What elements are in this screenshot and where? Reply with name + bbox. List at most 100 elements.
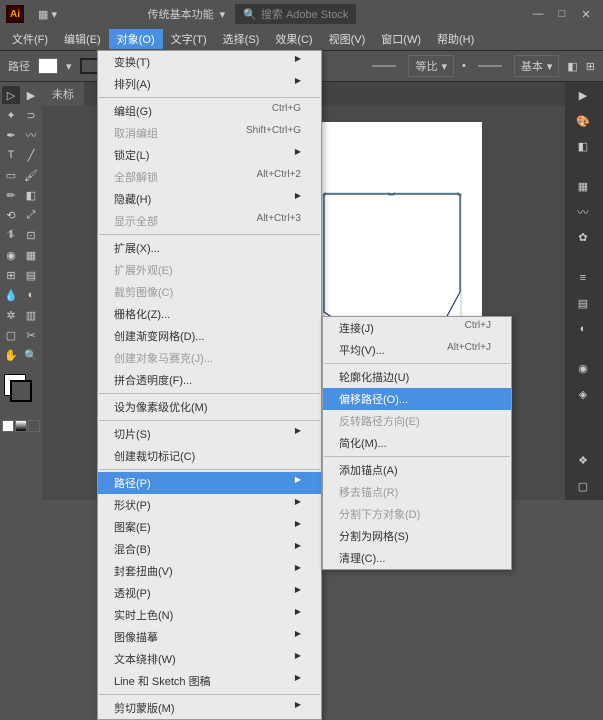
color-swatches[interactable]	[2, 372, 40, 408]
menu-envelope[interactable]: 封套扭曲(V)	[98, 560, 321, 582]
menu-gradient-mesh[interactable]: 创建渐变网格(D)...	[98, 325, 321, 347]
adobe-stock-search[interactable]: 🔍 搜索 Adobe Stock	[235, 4, 356, 24]
width-tool[interactable]: ⥮	[2, 226, 20, 244]
menu-help[interactable]: 帮助(H)	[429, 29, 482, 49]
menu-flatten[interactable]: 拼合透明度(F)...	[98, 369, 321, 391]
menu-text-wrap[interactable]: 文本绕排(W)	[98, 648, 321, 670]
color-panel-icon[interactable]: 🎨	[569, 111, 597, 130]
maximize-button[interactable]: □	[551, 6, 573, 22]
color-mode-buttons[interactable]	[2, 420, 40, 432]
artboard-tool[interactable]: ▢	[2, 326, 20, 344]
perspective-grid-tool[interactable]: ▦	[22, 246, 40, 264]
menu-perspective[interactable]: 透视(P)	[98, 582, 321, 604]
document-tab[interactable]: 未标	[42, 82, 84, 106]
color-guide-panel-icon[interactable]: ◧	[569, 137, 597, 156]
menu-clipping-mask[interactable]: 剪切蒙版(M)	[98, 697, 321, 719]
graphic-styles-panel-icon[interactable]: ◈	[569, 385, 597, 404]
eyedropper-tool[interactable]: 💧	[2, 286, 20, 304]
submenu-average[interactable]: 平均(V)...Alt+Ctrl+J	[323, 339, 511, 361]
menu-shape[interactable]: 形状(P)	[98, 494, 321, 516]
gradient-tool[interactable]: ▤	[22, 266, 40, 284]
submenu-divide-below[interactable]: 分割下方对象(D)	[323, 503, 511, 525]
zoom-tool[interactable]: 🔍	[22, 346, 40, 364]
transparency-panel-icon[interactable]: ◐	[569, 319, 597, 338]
paintbrush-tool[interactable]: 🖌	[22, 166, 40, 184]
scale-tool[interactable]: ⤢	[22, 206, 40, 224]
menu-live-paint[interactable]: 实时上色(N)	[98, 604, 321, 626]
menu-group[interactable]: 编组(G)Ctrl+G	[98, 100, 321, 122]
menu-path[interactable]: 路径(P)	[98, 472, 321, 494]
appearance-panel-icon[interactable]: ◉	[569, 359, 597, 378]
submenu-cleanup[interactable]: 清理(C)...	[323, 547, 511, 569]
curvature-tool[interactable]: 〰	[22, 126, 40, 144]
direct-selection-tool[interactable]: ▶	[22, 86, 40, 104]
magic-wand-tool[interactable]: ✦	[2, 106, 20, 124]
pen-tool[interactable]: ✒	[2, 126, 20, 144]
lasso-tool[interactable]: ⊃	[22, 106, 40, 124]
submenu-add-anchor[interactable]: 添加锚点(A)	[323, 459, 511, 481]
rotate-tool[interactable]: ⟲	[2, 206, 20, 224]
stroke-panel-icon[interactable]: ≡	[569, 268, 597, 287]
menu-crop-image[interactable]: 裁剪图像(C)	[98, 281, 321, 303]
menu-slice[interactable]: 切片(S)	[98, 423, 321, 445]
menu-unlock-all[interactable]: 全部解锁Alt+Ctrl+2	[98, 166, 321, 188]
menu-pixel-perfect[interactable]: 设为像素级优化(M)	[98, 396, 321, 418]
menu-type[interactable]: 文字(T)	[163, 29, 215, 49]
brushes-panel-icon[interactable]: 〰	[569, 202, 597, 221]
menu-expand-appearance[interactable]: 扩展外观(E)	[98, 259, 321, 281]
menu-show-all[interactable]: 显示全部Alt+Ctrl+3	[98, 210, 321, 232]
hand-tool[interactable]: ✋	[2, 346, 20, 364]
close-button[interactable]: ✕	[575, 6, 597, 22]
rectangle-tool[interactable]: ▭	[2, 166, 20, 184]
color-mode-none[interactable]	[28, 420, 40, 432]
submenu-simplify[interactable]: 简化(M)...	[323, 432, 511, 454]
menu-file[interactable]: 文件(F)	[4, 29, 56, 49]
color-mode-solid[interactable]	[2, 420, 14, 432]
menu-lock[interactable]: 锁定(L)	[98, 144, 321, 166]
menu-hide[interactable]: 隐藏(H)	[98, 188, 321, 210]
blend-tool[interactable]: ◐	[22, 286, 40, 304]
menu-mosaic[interactable]: 创建对象马赛克(J)...	[98, 347, 321, 369]
submenu-outline-stroke[interactable]: 轮廓化描边(U)	[323, 366, 511, 388]
free-transform-tool[interactable]: ⊡	[22, 226, 40, 244]
type-tool[interactable]: T	[2, 146, 20, 164]
properties-panel-icon[interactable]: ▶	[569, 86, 597, 105]
color-mode-gradient[interactable]	[15, 420, 27, 432]
menu-image-trace[interactable]: 图像描摹	[98, 626, 321, 648]
submenu-join[interactable]: 连接(J)Ctrl+J	[323, 317, 511, 339]
menu-select[interactable]: 选择(S)	[215, 29, 268, 49]
stroke-color[interactable]	[10, 380, 32, 402]
submenu-split-grid[interactable]: 分割为网格(S)	[323, 525, 511, 547]
menu-transform[interactable]: 变换(T)	[98, 51, 321, 73]
menu-view[interactable]: 视图(V)	[321, 29, 374, 49]
stroke-profile[interactable]	[478, 65, 502, 67]
menu-arrange[interactable]: 排列(A)	[98, 73, 321, 95]
submenu-offset-path[interactable]: 偏移路径(O)...	[323, 388, 511, 410]
menu-pattern[interactable]: 图案(E)	[98, 516, 321, 538]
align-icon[interactable]: ⊞	[586, 60, 595, 73]
scale-dropdown[interactable]: 等比 ▾	[408, 55, 454, 77]
swatches-panel-icon[interactable]: ▦	[569, 177, 597, 196]
workspace-switcher[interactable]: 传统基本功能▾	[148, 6, 226, 22]
shaper-tool[interactable]: ✏	[2, 186, 20, 204]
brush-preview[interactable]	[372, 65, 396, 67]
symbols-panel-icon[interactable]: ✿	[569, 228, 597, 247]
selection-tool[interactable]: ▷	[2, 86, 20, 104]
menu-blend[interactable]: 混合(B)	[98, 538, 321, 560]
chevron-down-icon[interactable]: ▾	[66, 60, 72, 73]
column-graph-tool[interactable]: ▥	[22, 306, 40, 324]
style-dropdown[interactable]: 基本 ▾	[514, 55, 560, 77]
menu-effect[interactable]: 效果(C)	[267, 29, 320, 49]
eraser-tool[interactable]: ◧	[22, 186, 40, 204]
menu-rasterize[interactable]: 栅格化(Z)...	[98, 303, 321, 325]
gradient-panel-icon[interactable]: ▤	[569, 293, 597, 312]
layers-panel-icon[interactable]: ❖	[569, 451, 597, 470]
line-tool[interactable]: ╱	[22, 146, 40, 164]
menu-expand[interactable]: 扩展(X)...	[98, 237, 321, 259]
menu-edit[interactable]: 编辑(E)	[56, 29, 109, 49]
menu-object[interactable]: 对象(O)	[109, 29, 163, 49]
opacity-icon[interactable]: ◧	[567, 60, 577, 73]
menu-window[interactable]: 窗口(W)	[373, 29, 429, 49]
menu-ungroup[interactable]: 取消编组Shift+Ctrl+G	[98, 122, 321, 144]
shape-builder-tool[interactable]: ◉	[2, 246, 20, 264]
